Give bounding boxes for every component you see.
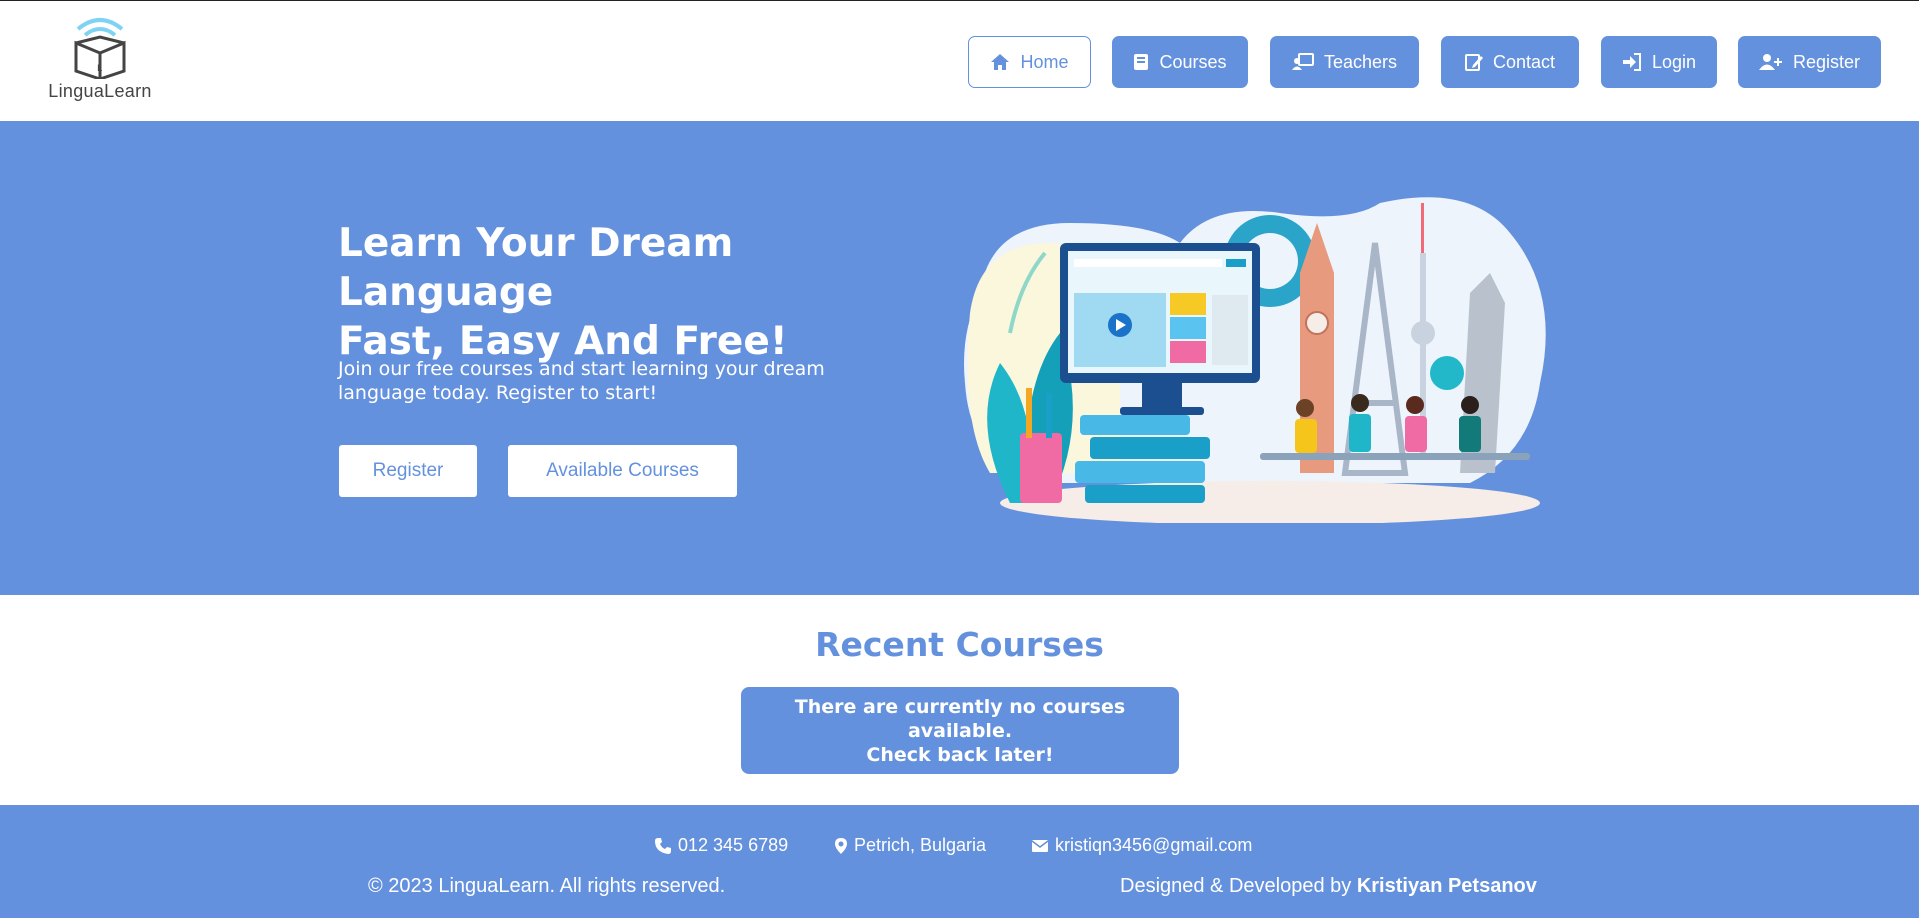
book-icon: [1134, 54, 1149, 70]
footer-credit-name: Kristiyan Petsanov: [1356, 875, 1537, 897]
no-courses-line1: There are currently no courses available…: [794, 695, 1126, 742]
available-courses-button[interactable]: Available Courses: [508, 445, 737, 497]
svg-text:L: L: [97, 64, 102, 74]
login-icon: [1622, 53, 1641, 71]
footer-location-text: Petrich, Bulgaria: [854, 835, 987, 855]
no-courses-line2: Check back later!: [866, 743, 1054, 766]
nav-teachers-label: Teachers: [1323, 51, 1398, 72]
logo-text: LinguaLearn: [48, 81, 152, 101]
home-icon: [991, 54, 1010, 70]
book-wifi-logo-icon: L: [74, 18, 126, 79]
teacher-icon: [1291, 53, 1314, 70]
hero-title-line1: Learn Your Dream Language: [338, 221, 734, 315]
user-plus-icon: [1758, 54, 1782, 70]
footer-phone-text: 012 345 6789: [678, 835, 789, 855]
language-learning-illustration: [964, 197, 1546, 523]
logo[interactable]: L LinguaLearn: [48, 15, 152, 107]
phone-icon: [655, 837, 671, 854]
recent-courses-heading: Recent Courses: [815, 625, 1104, 664]
nav-teachers-button[interactable]: Teachers: [1270, 36, 1419, 88]
nav-login-button[interactable]: Login: [1601, 36, 1717, 88]
nav-home-label: Home: [1020, 51, 1069, 72]
no-courses-notice: There are currently no courses available…: [741, 687, 1179, 774]
footer-phone: 012 345 6789: [654, 835, 788, 856]
site-footer: 012 345 6789 Petrich, Bulgaria kristiqn3…: [0, 805, 1919, 918]
footer-location: Petrich, Bulgaria: [834, 835, 986, 856]
nav-register-button[interactable]: Register: [1738, 36, 1881, 88]
hero-title: Learn Your Dream Language Fast, Easy And…: [338, 219, 938, 366]
nav-courses-button[interactable]: Courses: [1112, 36, 1248, 88]
contact-icon: [1464, 54, 1483, 71]
nav-home-button[interactable]: Home: [968, 36, 1091, 88]
envelope-icon: [1031, 839, 1049, 852]
hero-register-button[interactable]: Register: [339, 445, 477, 497]
footer-email-text: kristiqn3456@gmail.com: [1055, 835, 1253, 855]
footer-credit-prefix: Designed & Developed by: [1120, 875, 1352, 897]
footer-credit: Designed & Developed by Kristiyan Petsan…: [1120, 875, 1537, 898]
nav-contact-button[interactable]: Contact: [1441, 36, 1579, 88]
nav-contact-label: Contact: [1492, 51, 1556, 72]
nav-register-label: Register: [1792, 51, 1861, 72]
hero-subtitle: Join our free courses and start learning…: [338, 358, 825, 404]
footer-copyright: © 2023 LinguaLearn. All rights reserved.: [368, 875, 726, 897]
footer-email[interactable]: kristiqn3456@gmail.com: [1031, 835, 1252, 856]
nav-courses-label: Courses: [1159, 51, 1227, 72]
site-header: L LinguaLearn Home Courses Teachers Cont…: [0, 0, 1919, 121]
map-pin-icon: [835, 837, 847, 854]
nav-login-label: Login: [1651, 51, 1697, 72]
hero-section: Learn Your Dream Language Fast, Easy And…: [0, 121, 1919, 595]
